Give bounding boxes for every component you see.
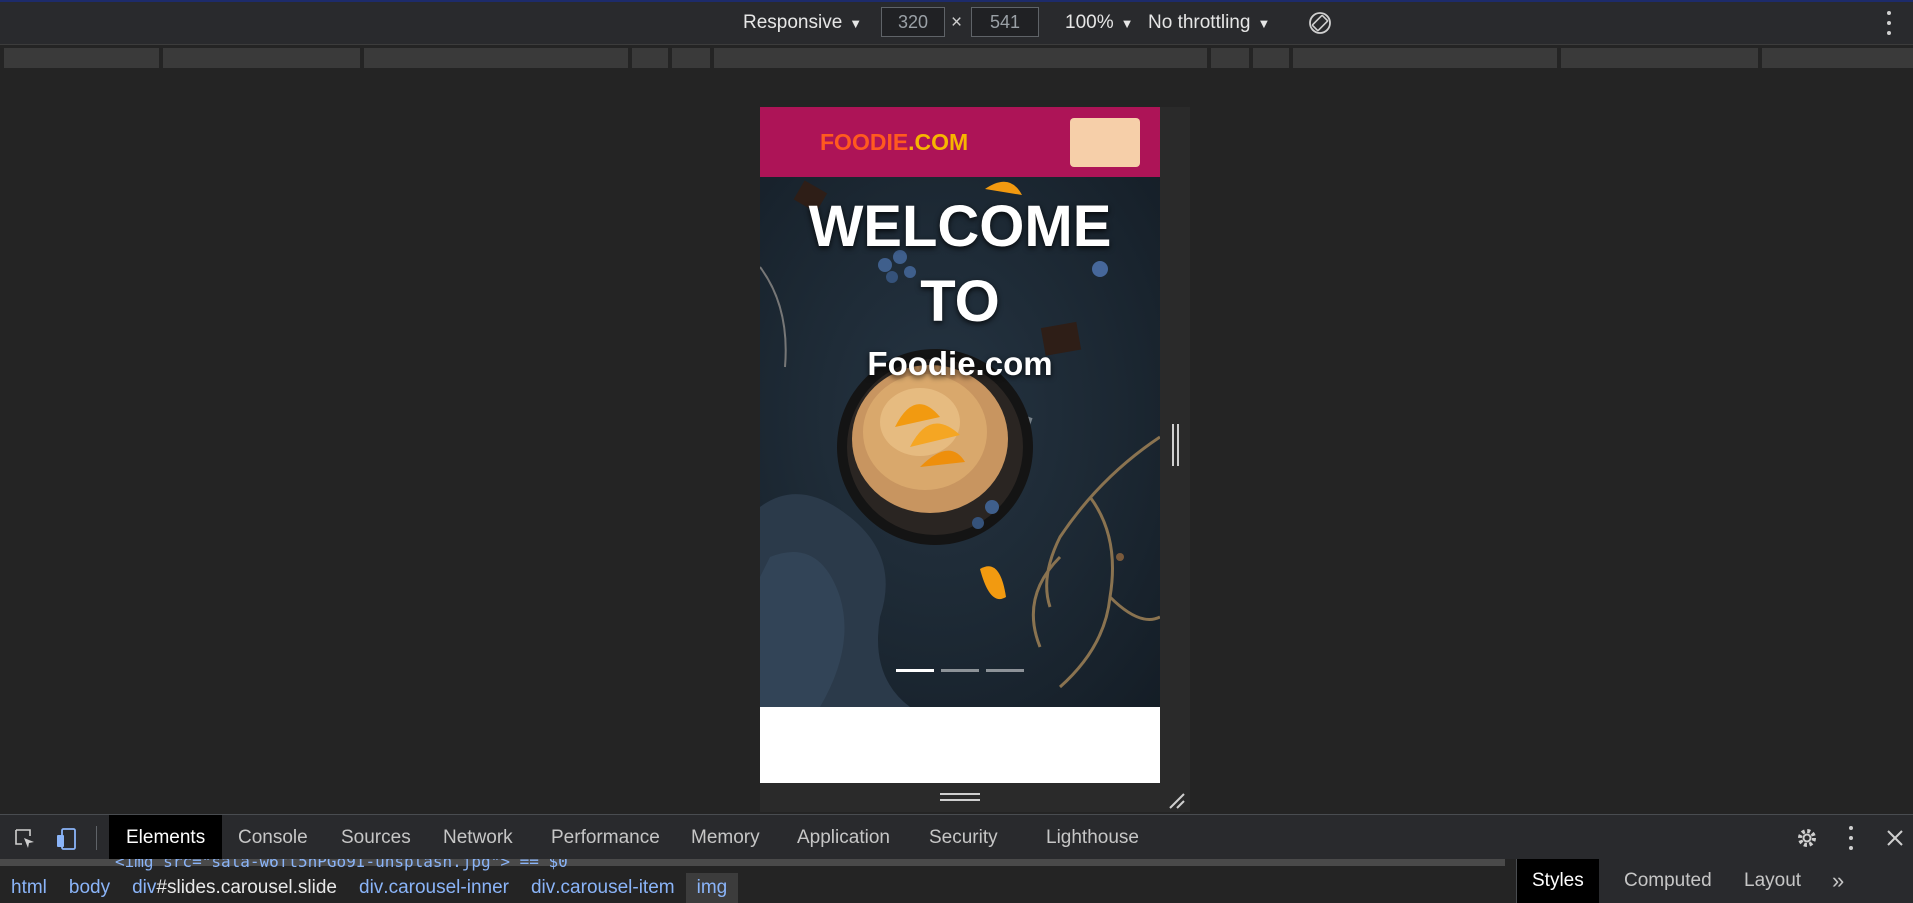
chevron-down-icon: ▼ [1120,15,1134,31]
tab-lighthouse[interactable]: Lighthouse [1029,815,1156,860]
carousel-indicator[interactable] [896,669,934,672]
hero-title: WELCOME TO [760,189,1160,339]
breadcrumb-tag: div [530,877,556,898]
media-query-segment[interactable] [672,48,710,68]
breadcrumb-tag: html [11,877,47,898]
media-query-segment[interactable] [1561,48,1758,68]
breadcrumb-carousel-item[interactable]: div .carousel-item [520,873,686,903]
tab-layout[interactable]: Layout [1729,859,1816,903]
media-query-segment[interactable] [163,48,360,68]
media-query-segment[interactable] [714,48,1207,68]
breadcrumb-carousel-inner[interactable]: div .carousel-inner [348,873,520,903]
chevron-down-icon: ▼ [849,15,863,31]
tab-memory[interactable]: Memory [674,815,777,860]
tab-console[interactable]: Console [221,815,325,860]
close-icon[interactable] [1883,826,1907,850]
breadcrumb-selector: #slides.carousel.slide [156,877,337,898]
device-mode-label: Responsive [743,12,843,33]
emulated-viewport: FOODIE .COM WELCOME TO Foodie.com [760,107,1160,783]
viewport-width-input[interactable]: 320 [881,7,945,37]
sidebar-tabbar: Styles Computed Layout » [1516,859,1913,903]
carousel-indicator[interactable] [941,669,979,672]
breadcrumb-tag: img [696,877,728,898]
elements-panel: <img src="sala-w6ft5hPGo9I-unsplash.jpg"… [0,859,1913,903]
dom-node-selected[interactable]: <img src="sala-w6ft5hPGo9I-unsplash.jpg"… [115,859,568,871]
device-toolbar: Responsive ▼ 320 × 541 100% ▼ No throttl… [0,2,1913,45]
tab-security[interactable]: Security [912,815,1015,860]
breadcrumb-tag: div [359,877,384,898]
breadcrumb-tag: body [68,877,111,898]
media-query-segment[interactable] [632,48,668,68]
media-query-segment[interactable] [1293,48,1557,68]
throttling-label: No throttling [1148,12,1251,33]
site-navbar: FOODIE .COM [760,107,1160,177]
brand-domain: .COM [908,128,969,155]
gear-icon[interactable] [1795,826,1819,850]
carousel-indicator[interactable] [986,669,1024,672]
devtools-tabbar: Elements Console Sources Network Perform… [0,814,1913,860]
inspect-element-icon[interactable] [13,827,37,851]
tab-styles[interactable]: Styles [1517,859,1599,903]
navbar-toggler-button[interactable] [1070,118,1140,167]
throttling-dropdown[interactable]: No throttling ▼ [1148,2,1270,44]
kebab-menu-icon[interactable] [1885,11,1893,35]
chevron-down-icon: ▼ [1257,15,1271,31]
tab-elements[interactable]: Elements [109,815,223,860]
device-toggle-icon[interactable] [55,827,79,851]
breadcrumb-img[interactable]: img [685,873,739,903]
corner-resize-icon[interactable] [1166,790,1186,810]
hero-carousel: WELCOME TO Foodie.com [760,177,1160,707]
breadcrumb-html[interactable]: html [0,873,58,903]
tab-application[interactable]: Application [780,815,907,860]
more-tabs-icon[interactable]: » [1817,859,1859,903]
media-query-segment[interactable] [1211,48,1249,68]
hero-title-line-1: WELCOME [808,194,1112,259]
viewport-height-input[interactable]: 541 [971,7,1039,37]
dom-tree[interactable]: <img src="sala-w6ft5hPGo9I-unsplash.jpg"… [0,859,1510,871]
breadcrumb-selector: .carousel-inner [383,877,509,898]
media-query-bar [0,45,1913,71]
carousel-indicators [896,669,1024,672]
tabbar-separator [96,826,97,850]
hero-title-line-2: TO [920,269,1000,334]
height-resize-handle[interactable] [940,793,980,805]
rotate-icon[interactable] [1308,11,1332,35]
breadcrumb-selector: .carousel-item [555,877,675,898]
dimension-separator: × [951,12,963,33]
breadcrumb-body[interactable]: body [58,873,121,903]
media-query-segment[interactable] [1253,48,1289,68]
tab-sources[interactable]: Sources [324,815,428,860]
media-query-segment[interactable] [4,48,159,68]
width-resize-handle[interactable] [1172,424,1180,466]
media-query-segment[interactable] [1762,48,1913,68]
zoom-label: 100% [1065,12,1114,33]
hero-subtitle: Foodie.com [867,345,1053,382]
site-brand[interactable]: FOODIE .COM [820,107,968,177]
tab-performance[interactable]: Performance [534,815,677,860]
zoom-dropdown[interactable]: 100% ▼ [1065,2,1133,44]
tab-network[interactable]: Network [426,815,530,860]
brand-name: FOODIE [820,128,909,155]
breadcrumb: html body div #slides.carousel.slide div.… [0,873,739,903]
breadcrumb-tag: div [132,877,157,898]
kebab-menu-icon[interactable] [1847,826,1855,850]
device-mode-dropdown[interactable]: Responsive ▼ [743,2,862,44]
tab-computed[interactable]: Computed [1609,859,1727,903]
breadcrumb-slides[interactable]: div #slides.carousel.slide [121,873,348,903]
media-query-segment[interactable] [364,48,628,68]
